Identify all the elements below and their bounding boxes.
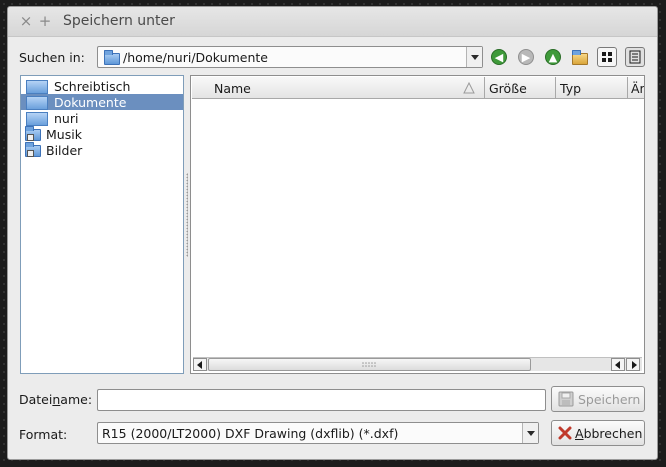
maximize-icon[interactable]: + xyxy=(37,13,53,29)
column-header-name[interactable]: Name xyxy=(192,77,485,99)
column-header-label: Name xyxy=(214,81,251,96)
folder-icon xyxy=(26,112,48,126)
save-icon xyxy=(558,391,574,407)
location-path: /home/nuri/Dokumente xyxy=(123,50,268,65)
chevron-down-icon[interactable] xyxy=(466,47,482,67)
sidebar-item-bilder[interactable]: Bilder xyxy=(21,142,183,158)
look-in-label: Suchen in: xyxy=(19,50,85,65)
folder-icon xyxy=(26,96,48,110)
horizontal-scrollbar[interactable] xyxy=(193,357,642,371)
sidebar-item-label: Bilder xyxy=(46,143,83,158)
splitter-handle[interactable] xyxy=(186,173,188,257)
sidebar-item-label: nuri xyxy=(54,111,79,126)
format-value: R15 (2000/LT2000) DXF Drawing (dxflib) (… xyxy=(102,426,399,441)
icon-view-icon[interactable] xyxy=(597,47,617,67)
sort-ascending-icon xyxy=(463,82,475,94)
sidebar-item-nuri[interactable]: nuri xyxy=(21,110,183,126)
close-icon[interactable]: × xyxy=(18,13,34,29)
sidebar-item-label: Schreibtisch xyxy=(54,79,131,94)
forward-icon[interactable]: ▶ xyxy=(518,49,534,65)
sidebar-item-label: Musik xyxy=(46,127,82,142)
filename-label: Dateiname: xyxy=(19,392,93,407)
format-label: Format: xyxy=(19,427,68,442)
new-folder-icon[interactable] xyxy=(572,50,588,65)
folder-icon xyxy=(104,50,120,65)
column-header-modified[interactable]: Är xyxy=(628,77,645,99)
scrollbar-thumb[interactable] xyxy=(208,358,531,371)
column-header-type[interactable]: Typ xyxy=(556,77,628,99)
cancel-button[interactable]: Abbrechen xyxy=(551,420,645,446)
window-title: Speichern unter xyxy=(63,13,175,29)
back-icon[interactable]: ◀ xyxy=(491,49,507,65)
filename-input[interactable] xyxy=(97,389,546,411)
folder-icon xyxy=(25,126,41,141)
file-list[interactable]: Name Größe Typ Är xyxy=(190,75,645,374)
column-header-label: Typ xyxy=(560,81,582,96)
sidebar-item-label: Dokumente xyxy=(54,95,127,110)
parent-folder-icon[interactable]: ▲ xyxy=(545,49,561,65)
detail-view-icon[interactable] xyxy=(625,47,645,67)
column-header-label: Größe xyxy=(489,81,527,96)
title-bar: × + Speichern unter xyxy=(8,7,657,37)
format-combo[interactable]: R15 (2000/LT2000) DXF Drawing (dxflib) (… xyxy=(97,422,539,444)
column-header-label: Är xyxy=(631,81,645,96)
scroll-left-button-2[interactable] xyxy=(611,358,625,371)
folder-icon xyxy=(26,80,48,94)
column-header-size[interactable]: Größe xyxy=(485,77,556,99)
scroll-left-button[interactable] xyxy=(193,358,207,371)
chevron-down-icon[interactable] xyxy=(522,423,538,443)
cancel-icon xyxy=(558,426,572,440)
scroll-right-button[interactable] xyxy=(626,358,640,371)
sidebar-item-schreibtisch[interactable]: Schreibtisch xyxy=(21,78,183,94)
sidebar-item-dokumente[interactable]: Dokumente xyxy=(21,94,183,110)
grip-icon xyxy=(362,362,376,367)
save-dialog: × + Speichern unter Suchen in: /home/nur… xyxy=(7,6,658,460)
save-button[interactable]: Speichern xyxy=(551,386,645,412)
folder-icon xyxy=(25,142,41,157)
location-combo[interactable]: /home/nuri/Dokumente xyxy=(97,46,483,68)
places-sidebar[interactable]: Schreibtisch Dokumente nuri Musik Bilder xyxy=(20,75,184,374)
sidebar-item-musik[interactable]: Musik xyxy=(21,126,183,142)
